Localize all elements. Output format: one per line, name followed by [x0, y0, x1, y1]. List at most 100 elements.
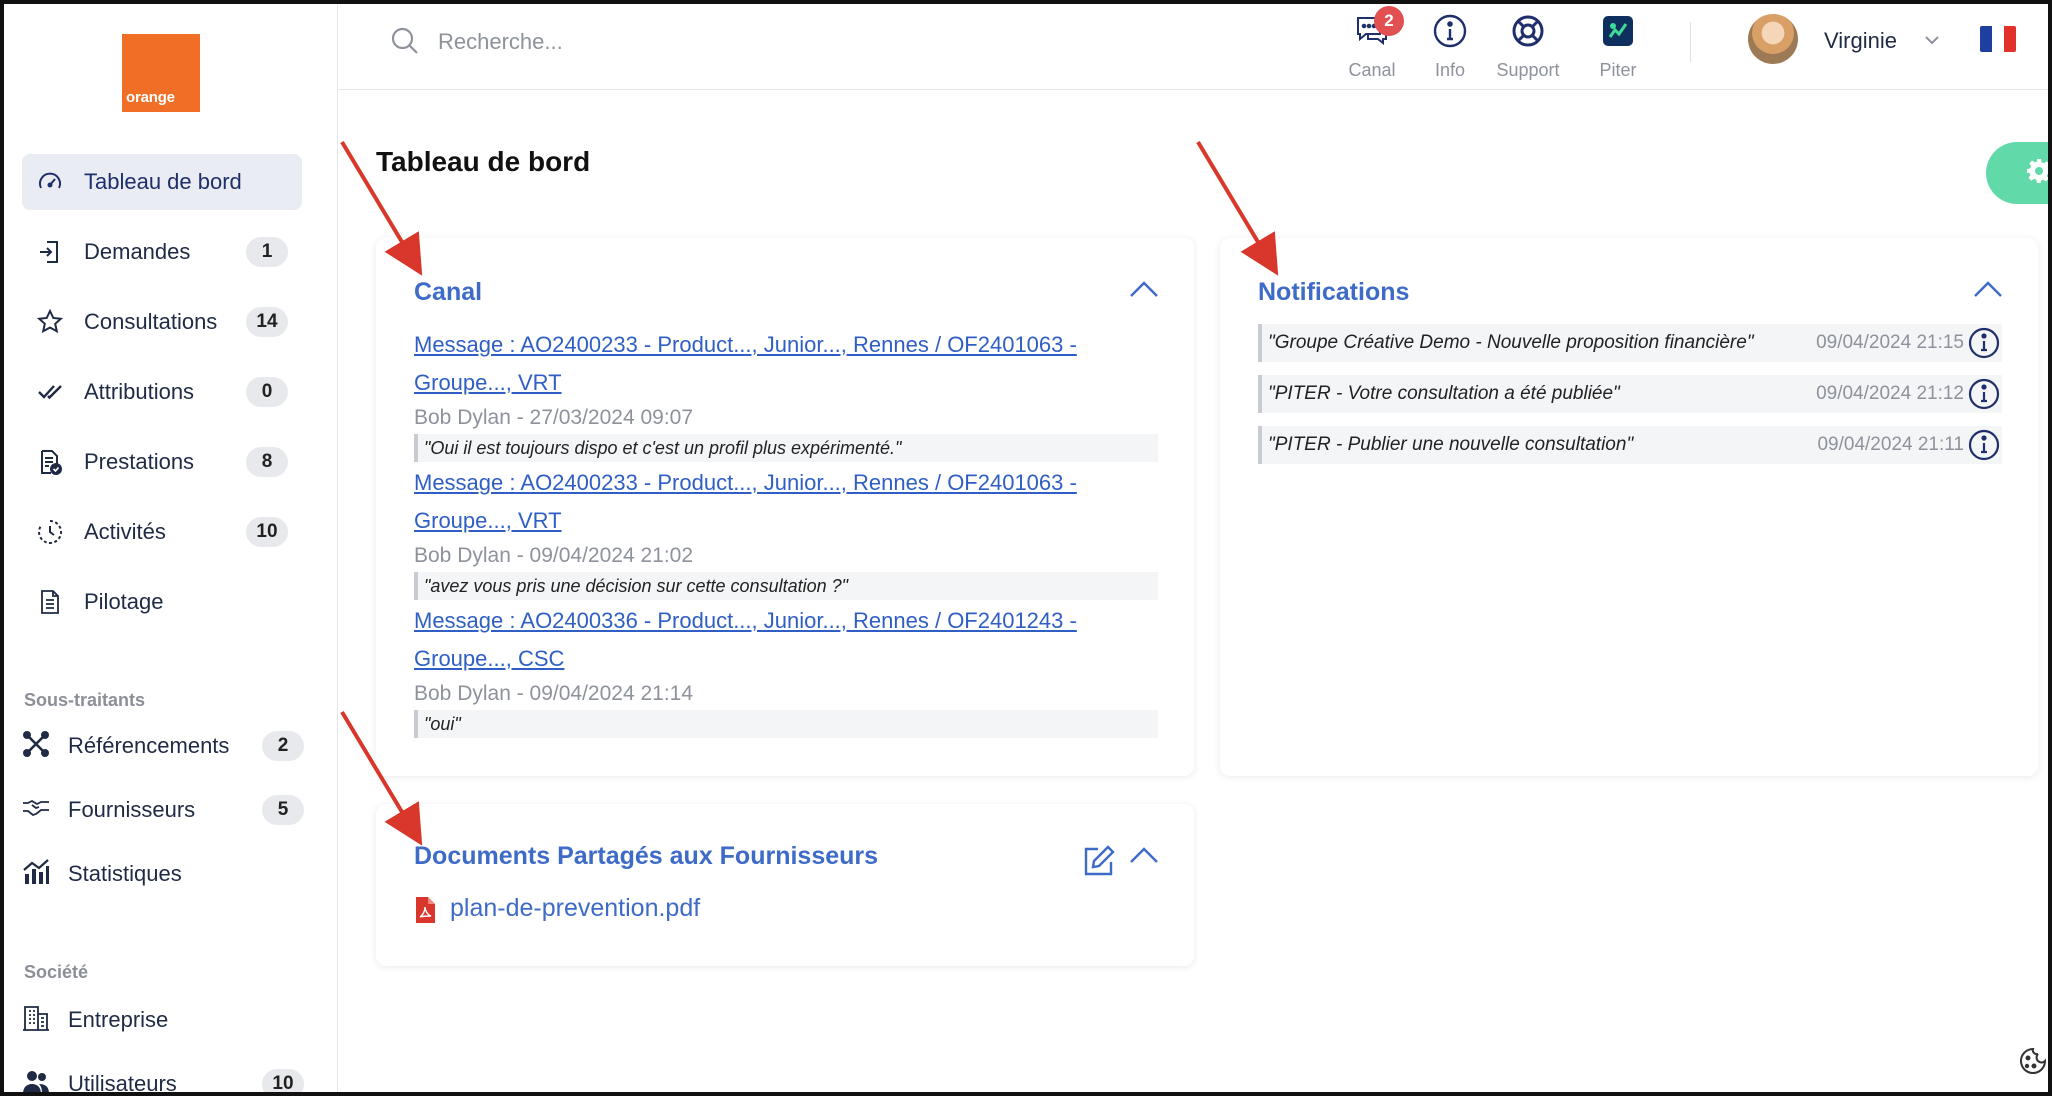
notification-text: "Groupe Créative Demo - Nouvelle proposi… [1268, 332, 1754, 353]
sidebar-item-pilotage[interactable]: Pilotage [22, 574, 302, 630]
sidebar-item-label: Demandes [84, 239, 191, 264]
info-icon[interactable] [1968, 378, 2000, 415]
document-icon [36, 588, 64, 616]
star-icon [36, 308, 64, 336]
notification-text: "PITER - Votre consultation a été publié… [1268, 383, 1620, 404]
sidebar-item-label: Entreprise [68, 1007, 169, 1032]
collapse-chevron-icon[interactable] [1972, 278, 2004, 305]
message-link-line: Groupe..., VRT [414, 370, 562, 395]
info-icon [1433, 12, 1467, 50]
search-input[interactable] [438, 24, 938, 60]
sidebar-item-label: Utilisateurs [68, 1071, 177, 1096]
user-name[interactable]: Virginie [1824, 28, 1897, 54]
handshake-icon [22, 794, 50, 827]
chevron-down-icon[interactable] [1922, 30, 1942, 55]
sidebar-item-statistiques[interactable]: Statistiques [22, 850, 304, 898]
avatar[interactable] [1748, 14, 1798, 64]
clock-history-icon [36, 518, 64, 546]
notification-row[interactable]: "Groupe Créative Demo - Nouvelle proposi… [1258, 324, 2002, 362]
orange-logo[interactable]: orange [122, 34, 200, 112]
message-link[interactable]: Message : AO2400336 - Product..., Junior… [414, 602, 1114, 678]
chart-icon [22, 858, 50, 891]
count-badge: 5 [262, 795, 304, 825]
canal-card: Canal Message : AO2400233 - Product..., … [376, 238, 1194, 776]
top-header: 2 Canal Info Support Piter Virginie [338, 4, 2048, 90]
message-link-line: Message : AO2400233 - Product..., Junior… [414, 332, 1077, 357]
sidebar-item-fournisseurs[interactable]: Fournisseurs 5 [22, 786, 304, 834]
logo-text: orange [126, 89, 175, 106]
count-badge: 1 [246, 237, 288, 267]
sidebar: orange Tableau de bord Demandes 1 Consul… [4, 4, 338, 1096]
search-icon [390, 26, 420, 61]
info-icon[interactable] [1968, 429, 2000, 466]
page-title: Tableau de bord [376, 146, 591, 177]
gauge-icon [36, 168, 64, 196]
documents-card-title: Documents Partagés aux Fournisseurs [414, 842, 879, 870]
count-badge: 10 [262, 1069, 304, 1096]
message-meta: Bob Dylan - 09/04/2024 21:02 [414, 544, 694, 567]
fr-flag-icon[interactable] [1980, 26, 2016, 52]
header-divider [1690, 22, 1691, 62]
notifications-card: Notifications "Groupe Créative Demo - No… [1220, 238, 2038, 776]
message-link-line: Groupe..., CSC [414, 646, 565, 671]
sidebar-item-label: Statistiques [68, 861, 182, 886]
notification-text: "PITER - Publier une nouvelle consultati… [1268, 434, 1634, 455]
message-link-line: Message : AO2400233 - Product..., Junior… [414, 470, 1077, 495]
sidebar-item-tableau-de-bord[interactable]: Tableau de bord [22, 154, 302, 210]
cookie-icon[interactable] [2018, 1046, 2048, 1081]
sidebar-item-attributions[interactable]: Attributions 0 [22, 364, 302, 420]
shared-document-link[interactable]: plan-de-prevention.pdf [450, 894, 700, 923]
settings-button[interactable] [1986, 142, 2052, 204]
count-badge: 10 [246, 517, 288, 547]
support-button[interactable]: Support [1478, 12, 1578, 82]
message-link-line: Message : AO2400336 - Product..., Junior… [414, 608, 1077, 633]
sidebar-item-label: Pilotage [84, 589, 164, 614]
info-label: Info [1434, 60, 1466, 80]
double-check-icon [36, 378, 64, 406]
piter-app-icon [1601, 12, 1635, 50]
message-link[interactable]: Message : AO2400233 - Product..., Junior… [414, 326, 1114, 402]
count-badge: 0 [246, 377, 288, 407]
sidebar-item-demandes[interactable]: Demandes 1 [22, 224, 302, 280]
piter-label: Piter [1599, 60, 1637, 80]
notification-row[interactable]: "PITER - Votre consultation a été publié… [1258, 375, 2002, 413]
section-title-societe: Société [24, 962, 89, 982]
gear-icon [2026, 158, 2052, 189]
canal-label: Canal [1348, 60, 1396, 80]
notification-row[interactable]: "PITER - Publier une nouvelle consultati… [1258, 426, 2002, 464]
section-title-sous-traitants: Sous-traitants [24, 690, 146, 710]
count-badge: 8 [246, 447, 288, 477]
message-meta: Bob Dylan - 09/04/2024 21:14 [414, 682, 694, 705]
sidebar-item-label: Consultations [84, 309, 218, 334]
count-badge: 14 [246, 307, 288, 337]
edit-icon[interactable] [1082, 844, 1116, 883]
sidebar-item-label: Prestations [84, 449, 195, 474]
sidebar-item-entreprise[interactable]: Entreprise [22, 996, 304, 1044]
sidebar-item-referencements[interactable]: Référencements 2 [22, 722, 304, 770]
message-meta: Bob Dylan - 27/03/2024 09:07 [414, 406, 694, 429]
message-quote: "avez vous pris une décision sur cette c… [414, 572, 1158, 600]
document-check-icon [36, 448, 64, 476]
sidebar-item-utilisateurs[interactable]: Utilisateurs 10 [22, 1060, 304, 1096]
sidebar-item-activites[interactable]: Activités 10 [22, 504, 302, 560]
sidebar-item-prestations[interactable]: Prestations 8 [22, 434, 302, 490]
message-quote: "Oui il est toujours dispo et c'est un p… [414, 434, 1158, 462]
collapse-chevron-icon[interactable] [1128, 278, 1160, 305]
building-icon [22, 1004, 50, 1037]
message-quote: "oui" [414, 710, 1158, 738]
support-label: Support [1496, 60, 1560, 80]
piter-button[interactable]: Piter [1568, 12, 1668, 82]
network-icon [22, 730, 50, 763]
info-icon[interactable] [1968, 327, 2000, 364]
sidebar-item-label: Fournisseurs [68, 797, 196, 822]
message-link-line: Groupe..., VRT [414, 508, 562, 533]
collapse-chevron-icon[interactable] [1128, 844, 1160, 871]
count-badge: 2 [262, 731, 304, 761]
pdf-icon [414, 896, 436, 929]
notifications-card-title: Notifications [1258, 278, 1410, 306]
users-icon [22, 1068, 50, 1096]
sidebar-item-label: Activités [84, 519, 166, 544]
message-link[interactable]: Message : AO2400233 - Product..., Junior… [414, 464, 1114, 540]
sign-in-icon [36, 238, 64, 266]
sidebar-item-consultations[interactable]: Consultations 14 [22, 294, 302, 350]
